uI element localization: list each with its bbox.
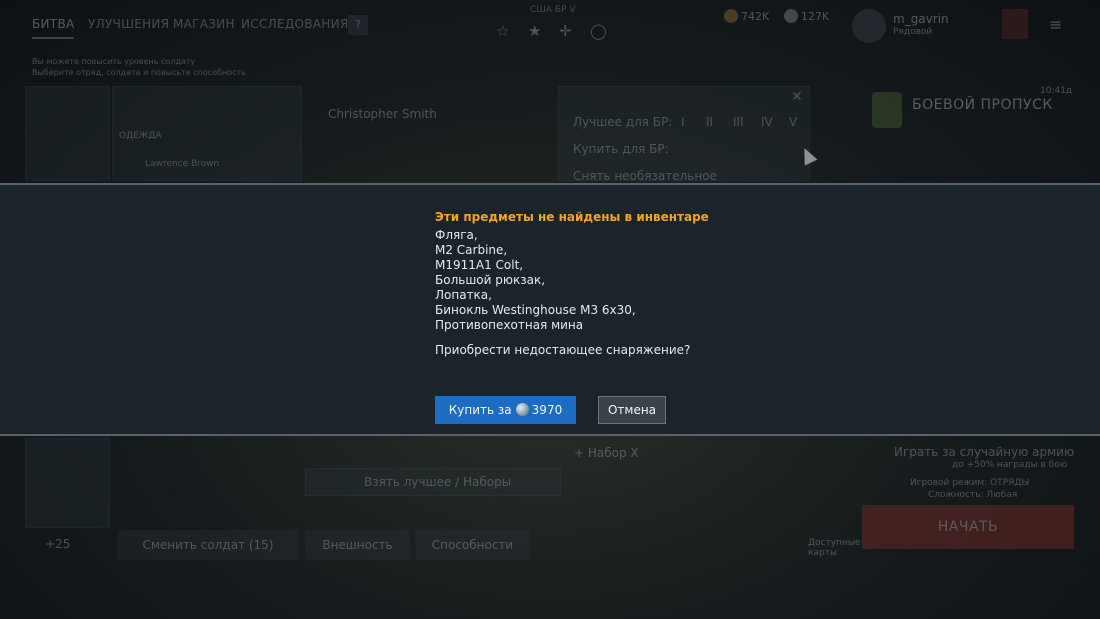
random-army-label[interactable]: Играть за случайную армию	[894, 445, 1074, 459]
br-level-3[interactable]: III	[733, 115, 744, 129]
star-outline-icon[interactable]: ☆	[496, 22, 509, 40]
hint-line-2: Выберите отряд, солдата и повысьте спосо…	[32, 68, 246, 77]
silver-coin-icon	[784, 9, 798, 23]
silver-counter: 127K	[784, 9, 829, 23]
abilities-button[interactable]: Способности	[415, 530, 530, 560]
cancel-button[interactable]: Отмена	[598, 396, 666, 424]
difficulty-label: Сложность: Любая	[928, 490, 1018, 500]
br-level-5[interactable]: V	[789, 115, 797, 129]
list-item: Бинокль Westinghouse M3 6x30,	[435, 303, 636, 317]
br-level-2[interactable]: II	[706, 115, 713, 129]
top-navigation: БИТВА УЛУЧШЕНИЯ МАГАЗИН ИССЛЕДОВАНИЯ ? С…	[0, 0, 1100, 48]
globe-icon[interactable]: ◯	[590, 22, 607, 40]
upgrade-hint: Вы можете повысить уровень солдату Выбер…	[32, 56, 246, 78]
kit-label[interactable]: + Набор X	[574, 446, 639, 460]
tab-shop[interactable]: МАГАЗИН	[173, 17, 235, 31]
list-item: Большой рюкзак,	[435, 273, 546, 287]
crosshair-icon[interactable]: ✛	[559, 22, 572, 40]
rank: Рядовой	[893, 27, 933, 37]
br-level-4[interactable]: IV	[761, 115, 773, 129]
selected-soldier-name: Christopher Smith	[328, 107, 437, 121]
squad-count: +25	[45, 537, 71, 551]
buy-for-br-label: Купить для БР:	[573, 142, 669, 156]
battlepass-timer: 10:41д	[1040, 86, 1073, 96]
game-mode-label: Игровой режим: ОТРЯДЫ	[910, 478, 1030, 488]
tab-research[interactable]: ИССЛЕДОВАНИЯ	[241, 17, 349, 31]
list-item: Фляга,	[435, 228, 478, 242]
gold-counter: 742K	[724, 9, 769, 23]
hint-line-1: Вы можете повысить уровень солдату	[32, 57, 196, 66]
br-level-1[interactable]: I	[681, 115, 685, 129]
missing-items-dialog: Эти предметы не найдены в инвентаре Фляг…	[0, 183, 1100, 436]
dialog-title: Эти предметы не найдены в инвентаре	[435, 210, 709, 224]
list-item: M1911A1 Colt,	[435, 258, 524, 272]
nation-flag-icon[interactable]	[1002, 9, 1028, 39]
start-button[interactable]: НАЧАТЬ	[862, 505, 1074, 549]
dialog-question: Приобрести недостающее снаряжение?	[435, 343, 691, 357]
close-icon[interactable]: ✕	[791, 89, 803, 105]
take-best-label: Взять лучшее / Наборы	[364, 475, 512, 489]
gold-amount: 742K	[741, 10, 770, 23]
soldier-name: Lawrence Brown	[145, 159, 220, 169]
username[interactable]: m_gavrin	[893, 12, 949, 26]
take-best-button[interactable]: Взять лучшее / Наборы	[305, 468, 561, 496]
help-button[interactable]: ?	[348, 15, 368, 35]
battlepass-badge-icon	[872, 92, 902, 128]
squad-panel[interactable]	[25, 86, 110, 181]
list-item: Лопатка,	[435, 288, 492, 302]
loadout-panel: Лучшее для БР: Купить для БР: Снять необ…	[558, 86, 810, 183]
soldier-panel[interactable]: ОДЕЖДА Lawrence Brown	[112, 86, 302, 181]
silver-amount: 127K	[801, 10, 830, 23]
buy-button-price: 3970	[531, 403, 563, 417]
silver-coin-icon	[515, 403, 529, 416]
menu-icon[interactable]: ≡	[1049, 15, 1062, 34]
buy-button[interactable]: Купить за 3970	[435, 396, 576, 424]
star-icon[interactable]: ★	[528, 22, 541, 40]
remove-optional-button[interactable]: Снять необязательное	[573, 169, 717, 183]
buy-button-label: Купить за	[448, 403, 512, 417]
change-soldier-button[interactable]: Сменить солдат (15)	[118, 530, 298, 560]
best-for-br-label: Лучшее для БР:	[573, 115, 673, 129]
avatar[interactable]	[852, 9, 886, 43]
missing-items-list: Фляга, M2 Carbine, M1911A1 Colt, Большой…	[435, 228, 636, 333]
battlepass-title[interactable]: БОЕВОЙ ПРОПУСК	[912, 97, 1053, 113]
clothing-section-label: ОДЕЖДА	[119, 131, 162, 141]
tab-upgrades[interactable]: УЛУЧШЕНИЯ	[88, 17, 169, 31]
tab-battle[interactable]: БИТВА	[32, 17, 75, 39]
list-item: M2 Carbine,	[435, 243, 508, 257]
gold-coin-icon	[724, 9, 738, 23]
mode-label: США БР V	[530, 5, 576, 15]
random-army-bonus: до +50% награды в бою	[952, 460, 1068, 470]
appearance-button[interactable]: Внешность	[305, 530, 410, 560]
list-item: Противопехотная мина	[435, 318, 584, 332]
available-maps-label[interactable]: Доступные карты	[808, 538, 860, 558]
squad-slot-panel[interactable]	[25, 438, 110, 528]
